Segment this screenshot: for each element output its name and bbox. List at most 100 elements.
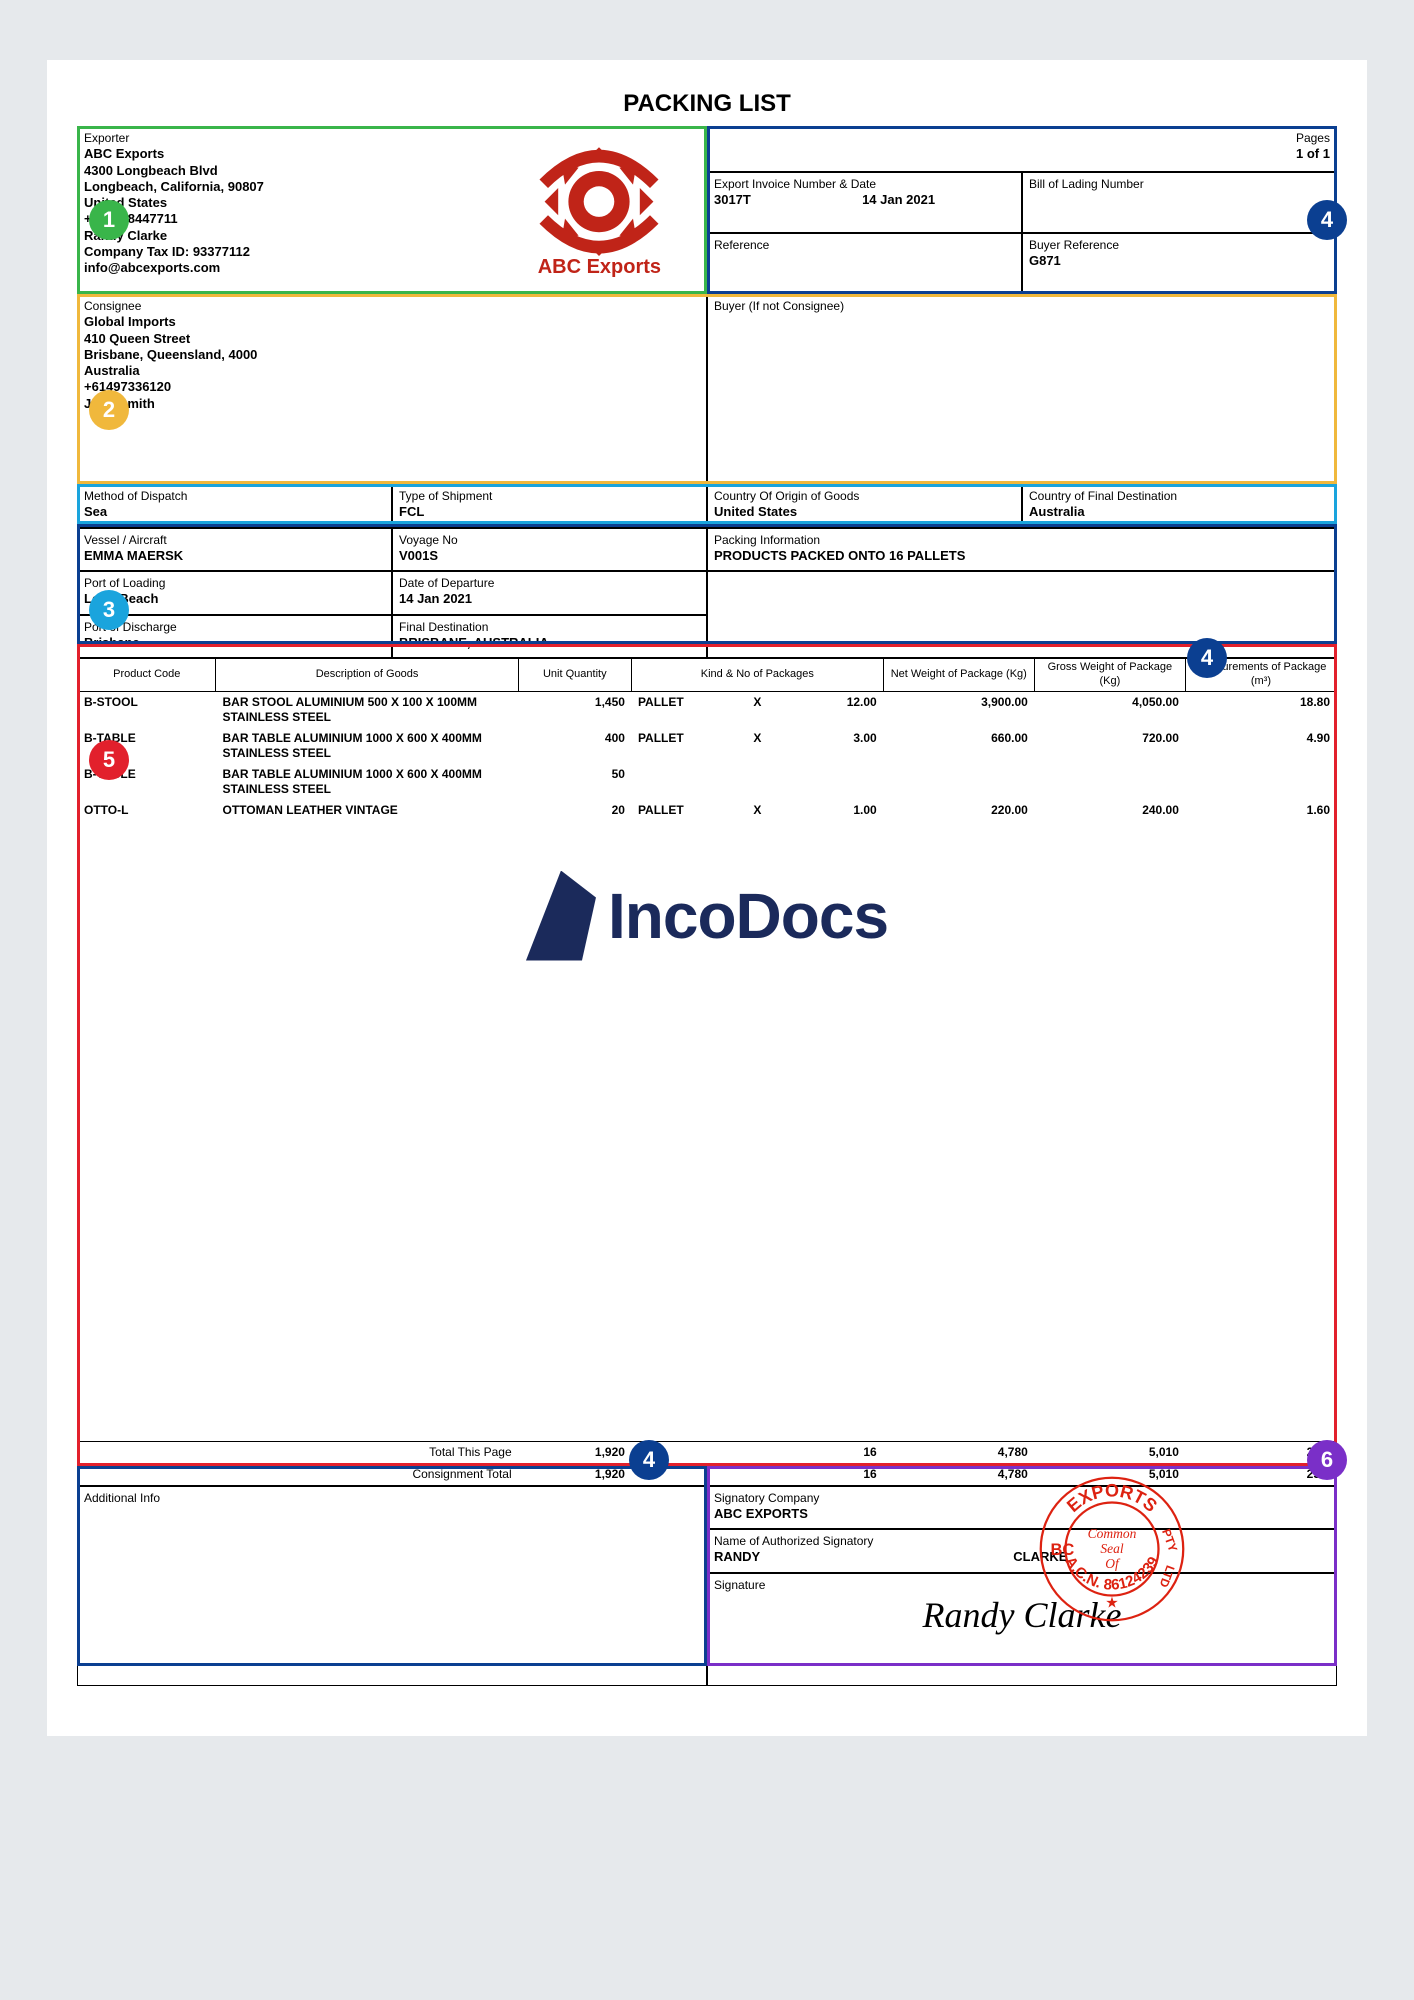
incodocs-watermark: IncoDocs bbox=[77, 871, 1337, 961]
dest-cell: Country of Final Destination Australia bbox=[1022, 484, 1337, 528]
total-cons-net: 4,780 bbox=[883, 1463, 1034, 1485]
final-value: BRISBANE, AUSTRALIA bbox=[399, 635, 549, 650]
table-row: B-STOOLBAR STOOL ALUMINIUM 500 X 100 X 1… bbox=[78, 691, 1337, 728]
marker-1: 1 bbox=[89, 200, 129, 240]
vessel-value: EMMA MAERSK bbox=[84, 548, 183, 563]
pages-value: 1 of 1 bbox=[1296, 146, 1330, 161]
exporter-addr1: 4300 Longbeach Blvd bbox=[84, 163, 487, 179]
svg-text:Of: Of bbox=[1105, 1555, 1121, 1570]
pages-cell: Pages 1 of 1 bbox=[707, 126, 1337, 172]
sign-company-cell: Signatory Company ABC EXPORTS bbox=[707, 1486, 1337, 1530]
vessel-cell: Vessel / Aircraft EMMA MAERSK bbox=[77, 528, 392, 572]
signature-script: Randy Clarke bbox=[714, 1593, 1330, 1638]
bol-cell: Bill of Lading Number bbox=[1022, 172, 1337, 233]
sign-sig-label: Signature bbox=[714, 1578, 765, 1592]
exporter-heading: Exporter bbox=[84, 131, 129, 145]
vessel-label: Vessel / Aircraft bbox=[84, 533, 167, 547]
consignee-heading: Consignee bbox=[84, 299, 141, 313]
dod-cell: Date of Departure 14 Jan 2021 bbox=[392, 571, 707, 615]
addinfo-block: Additional Info bbox=[77, 1486, 707, 1686]
packing-value: PRODUCTS PACKED ONTO 16 PALLETS bbox=[714, 548, 965, 563]
exporter-addr2: Longbeach, California, 90807 bbox=[84, 179, 487, 195]
exporter-phone: +121388447711 bbox=[84, 211, 487, 227]
invoice-cell: Export Invoice Number & Date 3017T 14 Ja… bbox=[707, 172, 1022, 233]
th-qty: Unit Quantity bbox=[518, 659, 631, 692]
total-cons-label: Consignment Total bbox=[216, 1463, 518, 1485]
buyer-if-not-block: Buyer (If not Consignee) bbox=[707, 294, 1337, 484]
incodocs-text: IncoDocs bbox=[608, 876, 888, 956]
table-row: B-TABLEBAR TABLE ALUMINIUM 1000 X 600 X … bbox=[78, 764, 1337, 800]
total-cons-pkgs: 16 bbox=[783, 1463, 884, 1485]
dod-value: 14 Jan 2021 bbox=[399, 591, 472, 606]
dod-label: Date of Departure bbox=[399, 576, 494, 590]
exporter-contact: Randy Clarke bbox=[84, 228, 487, 244]
sign-name-cell: Name of Authorized Signatory RANDY CLARK… bbox=[707, 1529, 1337, 1573]
abc-exports-logo-icon: ABC Exports bbox=[499, 130, 700, 287]
total-page-qty: 1,920 bbox=[518, 1441, 631, 1463]
marker-4c: 4 bbox=[629, 1440, 669, 1480]
invoice-number: 3017T bbox=[714, 192, 858, 208]
th-kind: Kind & No of Packages bbox=[631, 659, 883, 692]
origin-label: Country Of Origin of Goods bbox=[714, 489, 859, 503]
marker-3: 3 bbox=[89, 590, 129, 630]
origin-value: United States bbox=[714, 504, 797, 519]
exporter-tax: Company Tax ID: 93377112 bbox=[84, 244, 487, 260]
dest-value: Australia bbox=[1029, 504, 1085, 519]
consignee-name: Global Imports bbox=[84, 314, 700, 330]
sign-sig-cell: Signature Randy Clarke bbox=[707, 1573, 1337, 1686]
packing-spacer2 bbox=[707, 615, 1337, 659]
voyage-label: Voyage No bbox=[399, 533, 458, 547]
consignee-addr2: Brisbane, Queensland, 4000 bbox=[84, 347, 700, 363]
consignee-addr1: 410 Queen Street bbox=[84, 331, 700, 347]
marker-4b: 4 bbox=[1187, 638, 1227, 678]
exporter-country: United States bbox=[84, 195, 487, 211]
marker-2: 2 bbox=[89, 390, 129, 430]
marker-4a: 4 bbox=[1307, 200, 1347, 240]
bol-label: Bill of Lading Number bbox=[1029, 177, 1144, 191]
pod-value: Brisbane bbox=[84, 635, 140, 650]
svg-text:Common: Common bbox=[1088, 1525, 1137, 1540]
svg-text:★: ★ bbox=[1105, 1594, 1118, 1611]
exporter-name: ABC Exports bbox=[84, 146, 487, 162]
sign-first: RANDY bbox=[714, 1549, 1010, 1565]
marker-6: 6 bbox=[1307, 1440, 1347, 1480]
dest-label: Country of Final Destination bbox=[1029, 489, 1177, 503]
abc-logo-text: ABC Exports bbox=[514, 255, 684, 280]
th-net: Net Weight of Package (Kg) bbox=[883, 659, 1034, 692]
origin-cell: Country Of Origin of Goods United States bbox=[707, 484, 1022, 528]
reference-label: Reference bbox=[714, 238, 769, 252]
buyer-ref-cell: Buyer Reference G871 bbox=[1022, 233, 1337, 294]
shiptype-value: FCL bbox=[399, 504, 424, 519]
shiptype-label: Type of Shipment bbox=[399, 489, 492, 503]
consignee-contact: John Smith bbox=[84, 396, 700, 412]
consignee-country: Australia bbox=[84, 363, 700, 379]
th-code: Product Code bbox=[78, 659, 216, 692]
total-cons-qty: 1,920 bbox=[518, 1463, 631, 1485]
table-row: B-TABLEBAR TABLE ALUMINIUM 1000 X 600 X … bbox=[78, 728, 1337, 764]
consignee-phone: +61497336120 bbox=[84, 379, 700, 395]
voyage-cell: Voyage No V001S bbox=[392, 528, 707, 572]
total-page-net: 4,780 bbox=[883, 1441, 1034, 1463]
voyage-value: V001S bbox=[399, 548, 438, 563]
table-row: OTTO-LOTTOMAN LEATHER VINTAGE20PALLETX1.… bbox=[78, 800, 1337, 821]
consignee-block: Consignee Global Imports 410 Queen Stree… bbox=[77, 294, 707, 484]
page-title: PACKING LIST bbox=[77, 90, 1337, 118]
invoice-date: 14 Jan 2021 bbox=[862, 192, 935, 208]
abc-logo-cell: ABC Exports bbox=[493, 126, 707, 294]
svg-text:PTY: PTY bbox=[1159, 1526, 1180, 1553]
method-label: Method of Dispatch bbox=[84, 489, 187, 503]
total-page-pkgs: 16 bbox=[783, 1441, 884, 1463]
sign-company-label: Signatory Company bbox=[714, 1491, 819, 1505]
company-seal-stamp-icon: EXPORTS A.C.N. 86124239 BC PTY LTD Commo… bbox=[1037, 1474, 1187, 1624]
th-gross: Gross Weight of Package (Kg) bbox=[1034, 659, 1185, 692]
packing-label: Packing Information bbox=[714, 533, 820, 547]
packing-cell: Packing Information PRODUCTS PACKED ONTO… bbox=[707, 528, 1337, 572]
th-desc: Description of Goods bbox=[216, 659, 518, 692]
sign-company-value: ABC EXPORTS bbox=[714, 1506, 808, 1521]
total-page-label: Total This Page bbox=[216, 1441, 518, 1463]
addinfo-label: Additional Info bbox=[84, 1491, 160, 1505]
svg-text:Seal: Seal bbox=[1100, 1540, 1123, 1555]
incodocs-icon bbox=[526, 871, 596, 961]
reference-cell: Reference bbox=[707, 233, 1022, 294]
buyer-if-not-label: Buyer (If not Consignee) bbox=[714, 299, 844, 313]
